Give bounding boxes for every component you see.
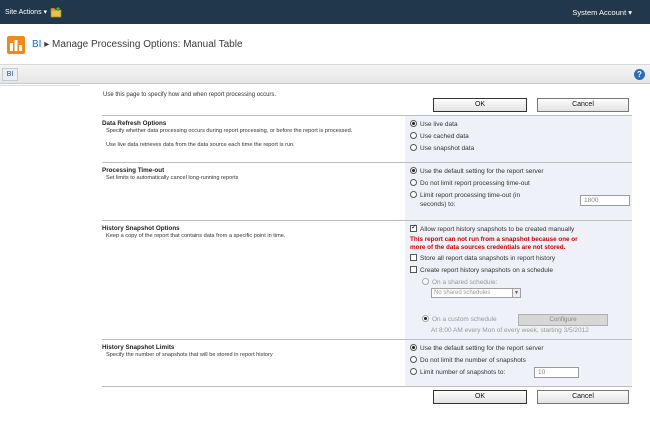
custom-schedule-text: At 8:00 AM every Mon of every week, star… bbox=[431, 327, 589, 334]
limits-desc: Specify the number of snapshots that wil… bbox=[106, 352, 273, 358]
radio-icon[interactable] bbox=[410, 344, 417, 351]
left-panel bbox=[0, 84, 80, 86]
timeout-seconds-input[interactable]: 1800 bbox=[580, 195, 630, 206]
snapshot-limit-input[interactable]: 10 bbox=[534, 367, 579, 378]
radio-icon[interactable] bbox=[422, 278, 429, 285]
radio-use-cached-data[interactable]: Use cached data bbox=[410, 132, 469, 140]
radio-icon[interactable] bbox=[410, 132, 417, 139]
history-limits-section: History Snapshot Limits Specify the numb… bbox=[102, 339, 632, 386]
history-desc: Keep a copy of the report that contains … bbox=[106, 233, 286, 239]
title-bar: BI ▸ Manage Processing Options: Manual T… bbox=[0, 24, 650, 64]
radio-use-snapshot-data[interactable]: Use snapshot data bbox=[410, 144, 474, 152]
page-title: BI ▸ Manage Processing Options: Manual T… bbox=[32, 39, 243, 50]
ok-button-bottom[interactable]: OK bbox=[433, 390, 527, 404]
limits-title: History Snapshot Limits bbox=[102, 344, 175, 351]
timeout-seconds-label: seconds) to: bbox=[420, 201, 456, 208]
radio-timeout-limit[interactable]: Limit report processing time-out (in bbox=[410, 191, 520, 199]
site-logo-icon bbox=[7, 36, 25, 54]
radio-limits-limit[interactable]: Limit number of snapshots to: bbox=[410, 368, 505, 376]
checkbox-allow-manual-snapshots[interactable]: Allow report history snapshots to be cre… bbox=[410, 223, 574, 233]
data-refresh-desc: Specify whether data processing occurs d… bbox=[106, 128, 353, 134]
navigate-up-icon[interactable] bbox=[50, 6, 62, 18]
account-menu[interactable]: System Account ▾ bbox=[572, 8, 632, 17]
radio-use-live-data[interactable]: Use live data bbox=[410, 120, 458, 128]
checkbox-icon[interactable] bbox=[410, 254, 417, 261]
page-title-text: Manage Processing Options: Manual Table bbox=[52, 39, 243, 50]
checkbox-icon[interactable] bbox=[410, 266, 417, 273]
radio-icon[interactable] bbox=[410, 120, 417, 127]
radio-icon[interactable] bbox=[422, 315, 429, 322]
data-refresh-desc-2: Use live data retrieves data from the da… bbox=[106, 142, 295, 148]
top-bar: Site Actions ▾ System Account ▾ bbox=[0, 0, 650, 24]
checkbox-schedule-snapshots[interactable]: Create report history snapshots on a sch… bbox=[410, 266, 553, 274]
timeout-desc: Set limits to automatically cancel long-… bbox=[106, 175, 239, 181]
shared-schedule-select[interactable]: No shared schedules ▼ bbox=[431, 288, 521, 298]
nav-bar: BI ? bbox=[0, 64, 650, 84]
radio-icon[interactable] bbox=[410, 179, 417, 186]
cancel-button-bottom[interactable]: Cancel bbox=[537, 390, 629, 404]
checkbox-store-snapshots[interactable]: Store all report data snapshots in repor… bbox=[410, 254, 555, 262]
intro-text: Use this page to specify how and when re… bbox=[103, 92, 277, 98]
radio-timeout-default[interactable]: Use the default setting for the report s… bbox=[410, 167, 544, 175]
site-link[interactable]: BI bbox=[32, 39, 41, 50]
timeout-title: Processing Time-out bbox=[102, 167, 165, 174]
radio-shared-schedule[interactable]: On a shared schedule: bbox=[422, 278, 497, 286]
radio-timeout-no-limit[interactable]: Do not limit report processing time-out bbox=[410, 179, 530, 187]
snapshot-warning-2: more of the data sources credentials are… bbox=[410, 244, 566, 251]
chevron-down-icon[interactable]: ▼ bbox=[512, 289, 520, 297]
data-refresh-title: Data Refresh Options bbox=[102, 120, 167, 127]
section-divider bbox=[102, 386, 632, 387]
radio-custom-schedule[interactable]: On a custom schedule bbox=[422, 315, 497, 323]
radio-icon[interactable] bbox=[410, 368, 417, 375]
cancel-button-top[interactable]: Cancel bbox=[537, 98, 629, 112]
site-actions-menu[interactable]: Site Actions ▾ bbox=[5, 8, 47, 16]
radio-icon[interactable] bbox=[410, 356, 417, 363]
configure-button[interactable]: Configure bbox=[518, 314, 608, 326]
data-refresh-section: Data Refresh Options Specify whether dat… bbox=[102, 115, 632, 162]
help-icon[interactable]: ? bbox=[634, 69, 645, 80]
checkbox-icon[interactable] bbox=[410, 223, 417, 232]
breadcrumb-separator: ▸ bbox=[44, 39, 50, 50]
radio-icon[interactable] bbox=[410, 167, 417, 174]
processing-timeout-section: Processing Time-out Set limits to automa… bbox=[102, 162, 632, 220]
radio-icon[interactable] bbox=[410, 191, 417, 198]
tab-bi[interactable]: BI bbox=[2, 68, 18, 81]
history-title: History Snapshot Options bbox=[102, 225, 180, 232]
radio-limits-no-limit[interactable]: Do not limit the number of snapshots bbox=[410, 356, 526, 364]
history-snapshot-section: History Snapshot Options Keep a copy of … bbox=[102, 220, 632, 339]
radio-limits-default[interactable]: Use the default setting for the report s… bbox=[410, 344, 544, 352]
radio-icon[interactable] bbox=[410, 144, 417, 151]
ok-button-top[interactable]: OK bbox=[433, 98, 527, 112]
snapshot-warning-1: This report can not run from a snapshot … bbox=[410, 236, 578, 243]
